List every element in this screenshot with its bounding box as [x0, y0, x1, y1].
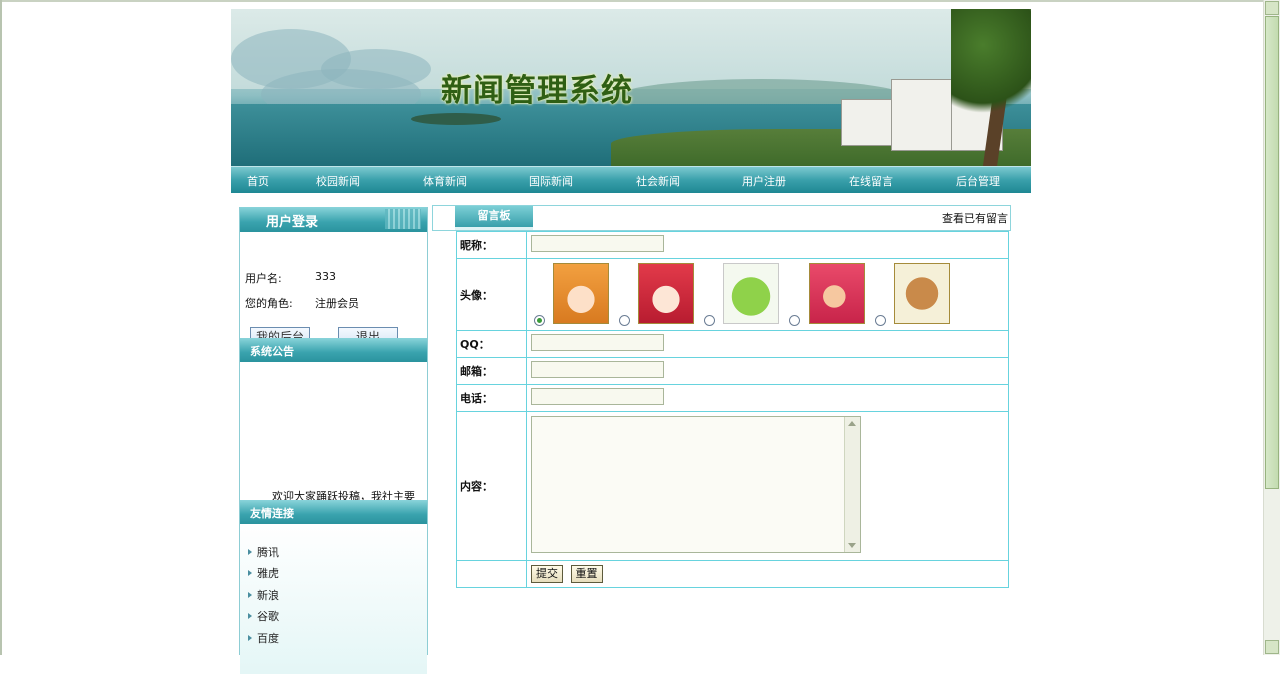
nav-item-sports-news[interactable]: 体育新闻	[423, 173, 467, 189]
notice-header: 系统公告	[240, 338, 427, 362]
window-top-border	[0, 0, 1280, 2]
nav-item-international-news[interactable]: 国际新闻	[529, 173, 573, 189]
helmet-kid-avatar-icon[interactable]	[809, 263, 865, 324]
link-sina[interactable]: 新浪	[248, 587, 279, 603]
page-header: 新闻管理系统 首页 校园新闻 体育新闻 国际新闻 社会新闻 用户注册 在线留言 …	[231, 9, 1031, 193]
scroll-up-arrow-icon[interactable]	[1265, 1, 1279, 15]
banner-island	[411, 113, 501, 125]
content-label: 内容：	[456, 411, 527, 561]
header-decoration	[385, 209, 421, 229]
main-nav: 首页 校园新闻 体育新闻 国际新闻 社会新闻 用户注册 在线留言 后台管理	[231, 166, 1031, 193]
email-cell	[526, 357, 1009, 385]
girl-avatar-icon[interactable]	[553, 263, 609, 324]
actions-cell: 提交 重置	[526, 560, 1009, 588]
guestbook-form: 昵称： 头像： QQ： 邮箱： 电话： 内容： 提交 重置	[456, 231, 1009, 588]
content-textarea[interactable]	[531, 416, 861, 553]
guestbook-tab: 留言板	[455, 206, 533, 230]
site-title: 新闻管理系统	[441, 73, 633, 109]
nav-item-guestbook[interactable]: 在线留言	[849, 173, 893, 189]
frog-avatar-icon[interactable]	[723, 263, 779, 324]
phone-label: 电话：	[456, 384, 527, 412]
window-left-border	[0, 0, 2, 655]
scroll-down-arrow-icon[interactable]	[1265, 640, 1279, 654]
nav-item-register[interactable]: 用户注册	[742, 173, 786, 189]
username-label: 用户名:	[245, 272, 282, 285]
qq-cell	[526, 330, 1009, 358]
nav-item-home[interactable]: 首页	[247, 173, 269, 189]
links-header-title: 友情连接	[250, 507, 294, 520]
submit-button[interactable]: 提交	[531, 565, 563, 583]
role-label: 您的角色:	[245, 297, 293, 310]
header-banner: 新闻管理系统	[231, 9, 1031, 166]
link-google[interactable]: 谷歌	[248, 608, 279, 624]
notice-marquee: 欢迎大家踊跃投稿，我社主要	[272, 490, 415, 500]
view-messages-link[interactable]: 查看已有留言	[942, 210, 1008, 226]
bear-avatar-icon[interactable]	[894, 263, 950, 324]
qq-label: QQ：	[456, 330, 527, 358]
guestbook-header: 留言板 查看已有留言	[432, 205, 1011, 231]
link-yahoo[interactable]: 雅虎	[248, 565, 279, 581]
banner-cloud	[321, 49, 431, 89]
reset-button[interactable]: 重置	[570, 565, 603, 583]
login-header-title: 用户登录	[266, 215, 319, 230]
left-sidebar: 用户登录 用户名: 333 您的角色: 注册会员 我的后台 退出 系统公告 欢迎…	[239, 207, 428, 674]
nav-item-campus-news[interactable]: 校园新闻	[316, 173, 360, 189]
role-value: 注册会员	[315, 297, 359, 310]
content-cell	[526, 411, 1009, 561]
phone-input[interactable]	[531, 388, 664, 405]
red-hair-girl-avatar-icon[interactable]	[638, 263, 694, 324]
avatar-radio-2[interactable]	[619, 315, 630, 326]
notice-header-title: 系统公告	[250, 345, 294, 358]
avatar-picker	[527, 259, 1008, 330]
actions-label-cell	[456, 560, 527, 588]
avatar-radio-1[interactable]	[534, 315, 545, 326]
avatar-radio-5[interactable]	[875, 315, 886, 326]
login-header: 用户登录	[240, 207, 427, 232]
phone-cell	[526, 384, 1009, 412]
avatar-radio-4[interactable]	[789, 315, 800, 326]
email-input[interactable]	[531, 361, 664, 378]
link-tencent[interactable]: 腾讯	[248, 544, 279, 560]
nickname-label: 昵称：	[456, 231, 527, 259]
nickname-cell	[526, 231, 1009, 259]
nav-item-social-news[interactable]: 社会新闻	[636, 173, 680, 189]
banner-tree	[951, 9, 1031, 129]
login-panel: 用户名: 333 您的角色: 注册会员 我的后台 退出	[240, 232, 427, 346]
email-label: 邮箱：	[456, 357, 527, 385]
qq-input[interactable]	[531, 334, 664, 351]
links-panel: 腾讯 雅虎 新浪 谷歌 百度	[240, 524, 427, 674]
nickname-input[interactable]	[531, 235, 664, 252]
username-value: 333	[315, 270, 336, 283]
link-baidu[interactable]: 百度	[248, 630, 279, 646]
avatar-label: 头像：	[456, 258, 527, 331]
scroll-thumb[interactable]	[1265, 16, 1279, 489]
links-header: 友情连接	[240, 500, 427, 524]
avatar-radio-3[interactable]	[704, 315, 715, 326]
textarea-scrollbar[interactable]	[844, 417, 860, 552]
page-scrollbar[interactable]	[1263, 0, 1280, 655]
banner-house	[841, 99, 893, 146]
nav-item-admin[interactable]: 后台管理	[956, 173, 1000, 189]
notice-panel: 欢迎大家踊跃投稿，我社主要	[240, 362, 427, 500]
avatar-cell	[526, 258, 1009, 331]
